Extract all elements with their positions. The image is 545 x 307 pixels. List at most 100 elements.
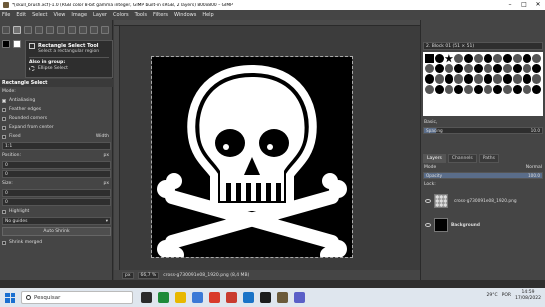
brush-swatch[interactable] bbox=[464, 64, 473, 74]
guides-dropdown[interactable]: No guides ▾ bbox=[2, 217, 111, 225]
brush-swatch[interactable] bbox=[493, 64, 502, 74]
brush-swatch[interactable] bbox=[473, 74, 483, 84]
brush-swatch[interactable] bbox=[444, 74, 454, 84]
brush-swatch[interactable] bbox=[512, 84, 522, 94]
transform-tool-icon[interactable] bbox=[57, 26, 65, 34]
brush-swatch[interactable] bbox=[503, 64, 512, 74]
rounded-corners-checkbox[interactable] bbox=[2, 116, 6, 121]
brush-swatch[interactable] bbox=[522, 64, 532, 74]
mode-dropdown[interactable]: Normal bbox=[526, 165, 542, 170]
brush-swatch[interactable] bbox=[512, 64, 522, 74]
brush-swatch[interactable] bbox=[483, 74, 493, 84]
antialiasing-checkbox[interactable] bbox=[2, 98, 6, 103]
weather-temp[interactable]: 29°C bbox=[487, 293, 498, 298]
brush-swatch[interactable] bbox=[425, 74, 434, 84]
eye-icon[interactable] bbox=[425, 223, 431, 227]
chrome-icon[interactable] bbox=[209, 292, 220, 303]
brush-swatch[interactable] bbox=[464, 84, 473, 94]
brush-swatch[interactable] bbox=[473, 54, 483, 64]
brush-grid[interactable] bbox=[423, 52, 543, 116]
brush-swatch[interactable] bbox=[444, 84, 454, 94]
layer-row[interactable]: Background bbox=[421, 214, 545, 236]
brush-swatch[interactable] bbox=[493, 84, 502, 94]
size-w-field[interactable]: 0 bbox=[2, 189, 111, 197]
zoom-select[interactable]: 66,7 % bbox=[137, 271, 160, 279]
tab-channels[interactable]: Channels bbox=[447, 154, 477, 163]
unit-select[interactable]: px bbox=[122, 271, 134, 279]
edge-icon[interactable] bbox=[158, 292, 169, 303]
brush-swatch[interactable] bbox=[532, 64, 541, 74]
brush-swatch[interactable] bbox=[493, 54, 502, 64]
layer-row[interactable]: cross-g730091e08_1920.png bbox=[421, 190, 545, 212]
menu-help[interactable]: Help bbox=[202, 12, 213, 18]
fuzzy-select-tool-icon[interactable] bbox=[35, 26, 43, 34]
spacing-slider[interactable]: Spacing 10.0 bbox=[423, 127, 543, 134]
brush-swatch[interactable] bbox=[503, 84, 512, 94]
highlight-checkbox[interactable] bbox=[2, 209, 6, 214]
taskbar-search[interactable]: Pesquisar bbox=[21, 291, 133, 304]
brush-swatch[interactable] bbox=[522, 54, 532, 64]
mail-icon[interactable] bbox=[243, 292, 254, 303]
foreground-color-icon[interactable] bbox=[2, 40, 10, 48]
maximize-button[interactable]: □ bbox=[517, 0, 531, 10]
feather-edges-checkbox[interactable] bbox=[2, 107, 6, 112]
brush-swatch[interactable] bbox=[454, 54, 463, 64]
brush-swatch[interactable] bbox=[444, 64, 454, 74]
rectangle-select-tool-icon[interactable] bbox=[13, 26, 21, 34]
size-unit[interactable]: px bbox=[103, 181, 109, 186]
layer-name[interactable]: Background bbox=[451, 223, 480, 228]
menu-select[interactable]: Select bbox=[32, 12, 47, 18]
brush-swatch[interactable] bbox=[464, 74, 473, 84]
brush-swatch[interactable] bbox=[425, 64, 434, 74]
brush-swatch[interactable] bbox=[512, 54, 522, 64]
app-icon[interactable] bbox=[226, 292, 237, 303]
menu-layer[interactable]: Layer bbox=[93, 12, 107, 18]
tooltip-also-item[interactable]: Ellipse Select bbox=[38, 66, 68, 71]
menu-view[interactable]: View bbox=[54, 12, 66, 18]
store-icon[interactable] bbox=[192, 292, 203, 303]
brush-swatch[interactable] bbox=[522, 84, 532, 94]
menu-filters[interactable]: Filters bbox=[153, 12, 168, 18]
brush-swatch[interactable] bbox=[483, 64, 493, 74]
position-unit[interactable]: px bbox=[103, 153, 109, 158]
text-tool-icon[interactable] bbox=[101, 26, 109, 34]
auto-shrink-button[interactable]: Auto Shrink bbox=[2, 227, 111, 236]
opacity-slider[interactable]: Opacity 100.0 bbox=[423, 172, 543, 179]
brush-swatch[interactable] bbox=[434, 84, 444, 94]
teams-icon[interactable] bbox=[294, 292, 305, 303]
menu-edit[interactable]: Edit bbox=[16, 12, 26, 18]
position-x-field[interactable]: 0 bbox=[2, 161, 111, 169]
menu-windows[interactable]: Windows bbox=[174, 12, 196, 18]
brush-swatch[interactable] bbox=[483, 84, 493, 94]
canvas-area[interactable]: px 66,7 % cross-g730091e08_1920.png (8,4… bbox=[114, 20, 420, 280]
menu-colors[interactable]: Colors bbox=[113, 12, 129, 18]
brush-swatch[interactable] bbox=[425, 84, 434, 94]
minimize-button[interactable]: – bbox=[503, 0, 517, 10]
task-view-icon[interactable] bbox=[141, 292, 152, 303]
shrink-merged-checkbox[interactable] bbox=[2, 240, 6, 245]
clock[interactable]: 14:59 17/08/2022 bbox=[515, 290, 541, 301]
brush-swatch[interactable] bbox=[444, 54, 454, 63]
brush-swatch[interactable] bbox=[522, 74, 532, 84]
brush-swatch[interactable] bbox=[473, 64, 483, 74]
expand-center-checkbox[interactable] bbox=[2, 125, 6, 130]
image-canvas[interactable] bbox=[151, 56, 353, 263]
crop-tool-icon[interactable] bbox=[46, 26, 54, 34]
eraser-tool-icon[interactable] bbox=[90, 26, 98, 34]
windows-start-icon[interactable] bbox=[5, 292, 15, 303]
brush-swatch[interactable] bbox=[532, 74, 541, 84]
move-tool-icon[interactable] bbox=[2, 26, 10, 34]
brush-swatch[interactable] bbox=[434, 54, 444, 64]
brush-swatch[interactable] bbox=[454, 64, 463, 74]
tab-layers[interactable]: Layers bbox=[423, 154, 446, 163]
language-indicator[interactable]: POR bbox=[502, 293, 511, 298]
brush-swatch[interactable] bbox=[483, 54, 493, 64]
background-color-icon[interactable] bbox=[13, 40, 21, 48]
brush-swatch[interactable] bbox=[503, 54, 512, 64]
paint-tool-icon[interactable] bbox=[79, 26, 87, 34]
brush-swatch[interactable] bbox=[464, 54, 473, 64]
layer-name[interactable]: cross-g730091e08_1920.png bbox=[454, 199, 517, 204]
size-h-field[interactable]: 0 bbox=[2, 198, 111, 206]
brush-swatch[interactable] bbox=[493, 74, 502, 84]
menu-image[interactable]: Image bbox=[71, 12, 87, 18]
